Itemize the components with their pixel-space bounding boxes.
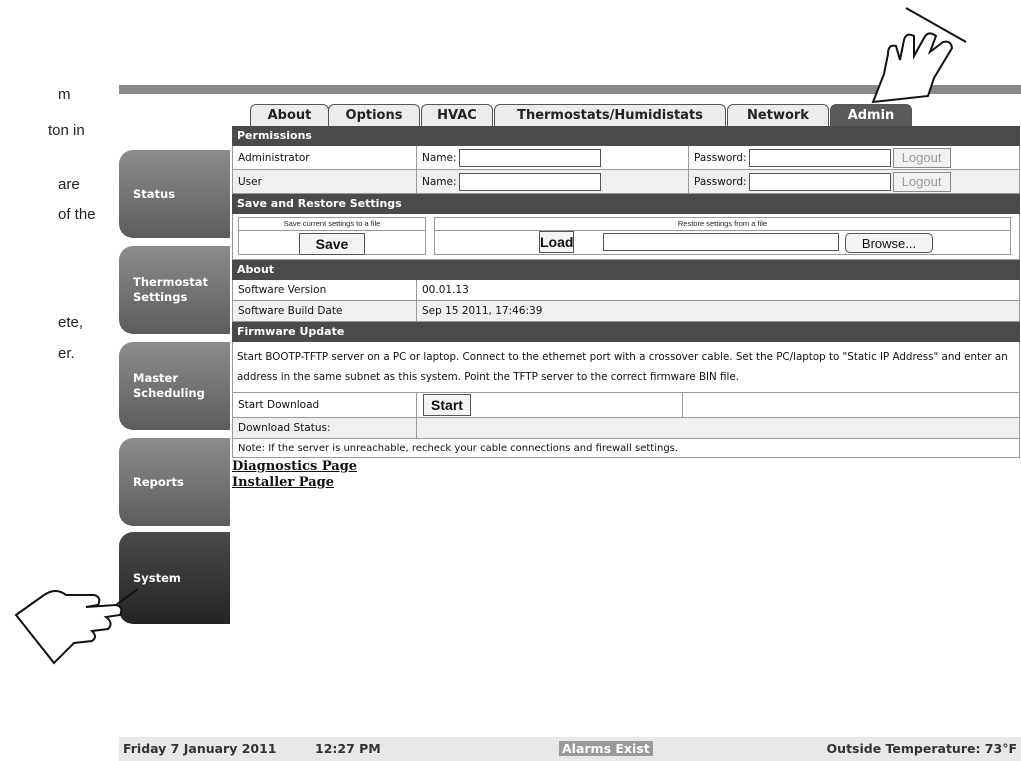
firmware-note-row: Note: If the server is unreachable, rech… (232, 439, 1020, 458)
browse-button[interactable]: Browse... (845, 233, 933, 253)
name-cell: Name: (416, 146, 688, 169)
tab-admin[interactable]: Admin (830, 104, 912, 127)
restore-box: Restore settings from a file Load Browse… (434, 217, 1011, 255)
sidebar-item-master-scheduling[interactable]: Master Scheduling (119, 342, 230, 430)
download-status-row: Download Status: (232, 418, 1020, 439)
role-label: User (238, 175, 262, 188)
start-download-row: Start Download Start (232, 393, 1020, 418)
about-header: About (232, 260, 1020, 280)
password-cell: Password: Logout (688, 170, 1021, 193)
user-name-input[interactable] (458, 172, 601, 191)
tab-options[interactable]: Options (328, 104, 420, 127)
tab-about[interactable]: About (250, 104, 329, 127)
start-download-status-cell (682, 393, 1021, 417)
save-caption: Save current settings to a file (239, 218, 425, 231)
password-label: Password: (694, 175, 747, 188)
admin-name-input[interactable] (458, 148, 601, 167)
user-logout-button[interactable]: Logout (892, 171, 951, 192)
load-button[interactable]: Load (539, 231, 575, 253)
admin-password-input[interactable] (748, 148, 891, 167)
name-label: Name: (422, 151, 457, 164)
sidebar-item-status[interactable]: Status (119, 150, 230, 238)
status-bar: Friday 7 January 2011 12:27 PM Alarms Ex… (119, 737, 1021, 761)
outside-temperature: Outside Temperature: 73°F (826, 741, 1017, 756)
name-cell: Name: (416, 170, 688, 193)
restore-caption: Restore settings from a file (435, 218, 1010, 231)
start-cell: Start (416, 393, 682, 417)
password-label: Password: (694, 151, 747, 164)
password-cell: Password: Logout (688, 146, 1021, 169)
software-build-label: Software Build Date (238, 305, 343, 317)
download-status-label: Download Status: (238, 422, 331, 434)
sidebar-item-thermostat-settings[interactable]: Thermostat Settings (119, 246, 230, 334)
diagnostics-link[interactable]: Diagnostics Page (232, 459, 1020, 475)
firmware-instructions: Start BOOTP-TFTP server on a PC or lapto… (232, 342, 1020, 393)
save-restore-header: Save and Restore Settings (232, 194, 1020, 214)
sidebar-item-reports[interactable]: Reports (119, 438, 230, 526)
doc-text-line: are (58, 176, 80, 193)
permissions-header: Permissions (232, 126, 1020, 146)
doc-text-line: ete, (58, 314, 84, 331)
admin-logout-button[interactable]: Logout (892, 147, 951, 168)
pointing-hand-icon (14, 588, 139, 665)
software-version-row: Software Version 00.01.13 (232, 280, 1020, 301)
doc-text-line: ton in (48, 122, 85, 139)
firmware-note: Note: If the server is unreachable, rech… (238, 442, 679, 454)
start-download-label: Start Download (238, 399, 320, 411)
start-download-button[interactable]: Start (423, 394, 471, 416)
tab-thermostats-humidistats[interactable]: Thermostats/Humidistats (494, 104, 726, 127)
software-version-label: Software Version (238, 284, 327, 296)
software-build-row: Software Build Date Sep 15 2011, 17:46:3… (232, 301, 1020, 322)
name-label: Name: (422, 175, 457, 188)
save-button[interactable]: Save (299, 233, 365, 255)
doc-text-line: of the (58, 206, 96, 223)
permission-row-user: User Name: Password: Logout (232, 170, 1020, 194)
firmware-update-header: Firmware Update (232, 322, 1020, 342)
user-password-input[interactable] (748, 172, 891, 191)
pointing-hand-icon (871, 7, 967, 104)
save-box: Save current settings to a file Save (238, 217, 426, 255)
software-build-value: Sep 15 2011, 17:46:39 (416, 301, 1021, 321)
admin-panel: Permissions Administrator Name: Password… (232, 126, 1020, 491)
alarm-status[interactable]: Alarms Exist (559, 741, 653, 756)
tab-network[interactable]: Network (727, 104, 829, 127)
tab-hvac[interactable]: HVAC (421, 104, 493, 127)
installer-link[interactable]: Installer Page (232, 475, 1020, 491)
software-version-value: 00.01.13 (416, 280, 1021, 300)
footer-date: Friday 7 January 2011 (123, 741, 277, 756)
permission-row-administrator: Administrator Name: Password: Logout (232, 146, 1020, 170)
doc-text-line: m (58, 86, 71, 103)
doc-text-line: er. (58, 345, 75, 362)
restore-file-input[interactable] (603, 233, 839, 251)
footer-time: 12:27 PM (315, 741, 381, 756)
save-restore-box: Save current settings to a file Save Res… (232, 214, 1020, 260)
role-label: Administrator (238, 151, 310, 164)
download-status-value (416, 418, 1021, 438)
